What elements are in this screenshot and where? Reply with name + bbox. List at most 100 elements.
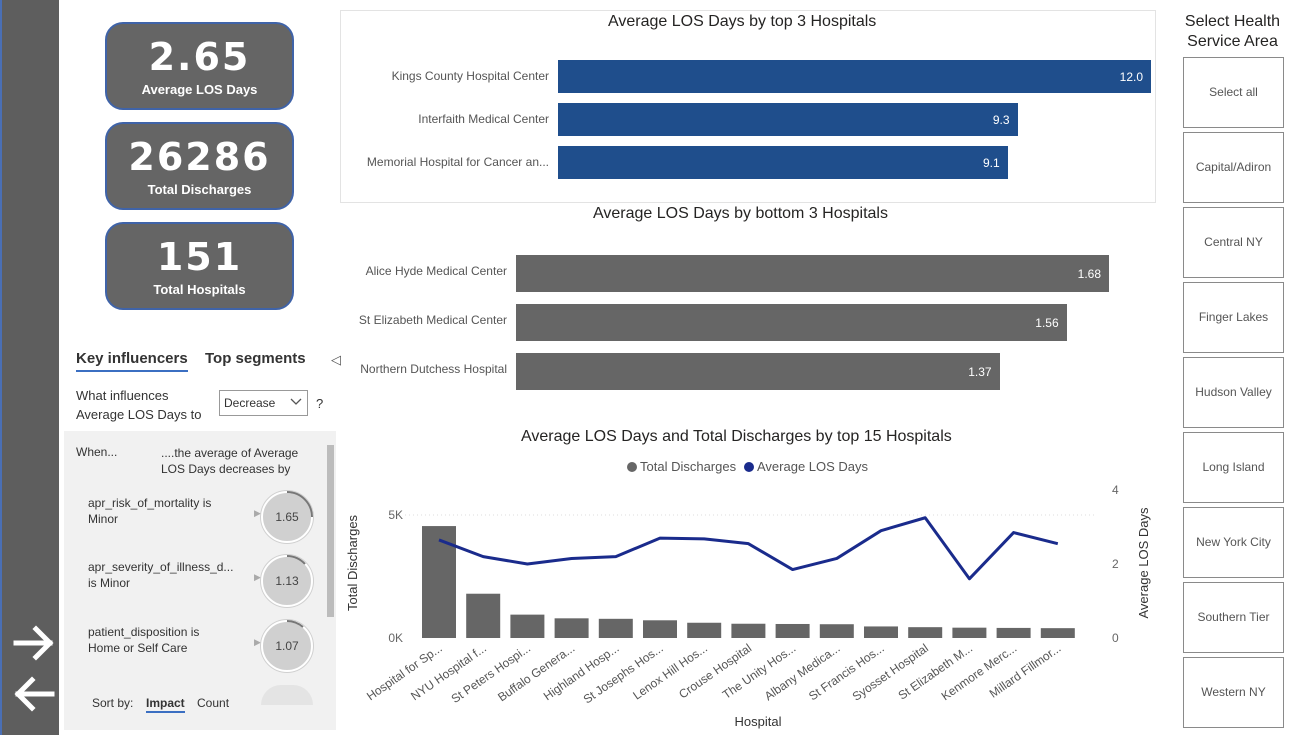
sort-impact-button[interactable]: Impact [146,696,185,713]
legend-dot-icon [627,462,637,472]
ring-arc [286,620,304,628]
x-tick-label: Lenox Hill Hos... [630,641,710,703]
discharges-bar [687,622,722,638]
x-tick-label: Crouse Hospital [676,641,754,701]
discharges-bar [819,624,854,638]
bottom3-data-label: 1.68 [1077,266,1101,281]
slicer-item[interactable]: Long Island [1183,432,1284,503]
influencer-text: apr_severity_of_illness_d... is Minor [88,560,234,590]
ki-results-panel: When... ....the average of Average LOS D… [64,431,336,730]
kpi-value: 2.65 [148,35,251,79]
y-right-axis-title: Average LOS Days [1136,507,1151,619]
influencer-bubble-partial [261,685,313,705]
legend-item-total-discharges[interactable]: Total Discharges [627,459,736,474]
help-icon[interactable]: ? [316,396,323,411]
ki-question: What influences Average LOS Days to [76,386,202,424]
discharges-bar [466,593,501,638]
discharges-bar [510,614,545,638]
discharges-bar [598,618,633,638]
x-tick-label: Millard Fillmor... [987,641,1064,701]
influencer-row[interactable]: apr_risk_of_mortality is Minor ▶ 1.65 [64,491,326,551]
kpi-card-total-discharges: 26286 Total Discharges [105,122,294,210]
kpi-card-total-hospitals: 151 Total Hospitals [105,222,294,310]
kpi-card-avg-los: 2.65 Average LOS Days [105,22,294,110]
sort-count-button[interactable]: Count [197,696,229,710]
legend-label: Average LOS Days [757,459,869,474]
top3-bar[interactable]: 9.3 [558,103,1018,136]
discharges-bar [422,526,456,638]
slicer-title: Select Health Service Area [1184,13,1281,50]
kpi-value: 26286 [128,135,271,179]
ring-arc [286,491,313,518]
arrow-right-icon[interactable] [12,621,56,665]
discharges-bar [908,627,943,638]
slicer-item[interactable]: Western NY [1183,657,1284,728]
top3-chart-title: Average LOS Days by top 3 Hospitals [608,13,877,30]
kpi-label: Total Discharges [147,182,252,197]
slicer-item[interactable]: Capital/Adiron [1183,132,1284,203]
kpi-label: Total Hospitals [153,282,246,297]
top3-data-label: 9.3 [992,112,1010,127]
slicer-item[interactable]: New York City [1183,507,1284,578]
bottom3-bar[interactable]: 1.56 [516,304,1067,341]
legend-item-avg-los[interactable]: Average LOS Days [744,459,868,474]
influencer-text: apr_risk_of_mortality is Minor [88,496,212,526]
y-left-tick-label: 0K [388,631,403,645]
slicer-item[interactable]: Finger Lakes [1183,282,1284,353]
discharges-bar [952,627,987,638]
bottom3-bar-label: Northern Dutchess Hospital [360,362,507,376]
dropdown-value: Decrease [224,396,276,410]
top3-data-label: 9.1 [983,155,1000,170]
x-tick-label: Highland Hosp... [541,641,622,703]
bottom3-bar[interactable]: 1.37 [516,353,1000,390]
discharges-bar [731,623,766,638]
kpi-value: 151 [156,235,243,279]
bottom3-data-label: 1.37 [968,364,992,379]
left-nav-rail [0,0,59,735]
slicer-item[interactable]: Southern Tier [1183,582,1284,653]
scrollbar[interactable] [327,445,334,617]
collapse-icon[interactable]: ◁ [331,352,341,368]
top3-bar-label: Interfaith Medical Center [418,112,549,126]
bottom3-bar[interactable]: 1.68 [516,255,1109,292]
increase-decrease-dropdown[interactable]: Decrease [219,390,308,416]
bottom3-bar-label: Alice Hyde Medical Center [365,264,507,278]
x-tick-label: Buffalo Genera... [495,641,577,704]
arrow-left-icon[interactable] [12,672,56,716]
legend-dot-icon [744,462,754,472]
top3-bar[interactable]: 9.1 [558,146,1008,179]
x-axis-title: Hospital [735,714,782,729]
slicer-item[interactable]: Central NY [1183,207,1284,278]
legend-label: Total Discharges [640,459,737,474]
discharges-bar [775,623,810,638]
chevron-down-icon [290,398,302,405]
x-tick-label: St Francis Hos... [806,641,887,703]
x-tick-label: St Peters Hospi... [449,641,534,706]
x-tick-label: Syosset Hospital [850,641,931,704]
kpi-label: Average LOS Days [141,82,258,97]
ki-col-when: When... [76,445,118,459]
influencer-row[interactable]: apr_severity_of_illness_d... is Minor ▶ … [64,555,326,615]
x-tick-label: Hospital for Sp... [364,641,445,703]
top3-bar[interactable]: 12.0 [558,60,1151,93]
y-left-tick-label: 5K [388,508,403,522]
tab-key-influencers[interactable]: Key influencers [76,350,188,372]
tab-top-segments[interactable]: Top segments [205,350,306,367]
bottom3-bar-label: St Elizabeth Medical Center [358,313,507,327]
influencer-bubble: 1.65 [261,491,313,543]
combo-chart-title: Average LOS Days and Total Discharges by… [521,428,952,445]
top3-bar-label: Memorial Hospital for Cancer an... [366,155,549,169]
top3-data-label: 12.0 [1119,69,1143,84]
x-tick-label: NYU Hospital f... [408,641,489,703]
slicer-item[interactable]: Hudson Valley [1183,357,1284,428]
ki-question-line1: What influences [76,388,169,403]
influencer-bubble: 1.13 [261,555,313,607]
discharges-bar [864,626,898,638]
influencer-row[interactable]: patient_disposition is Home or Self Care… [64,620,326,680]
slicer-item[interactable]: Select all [1183,57,1284,128]
discharges-bar [643,620,677,638]
y-left-axis-title: Total Discharges [345,514,360,611]
discharges-bar [1040,628,1075,638]
x-tick-label: St Elizabeth M... [896,641,976,703]
ki-col-effect: ....the average of Average LOS Days decr… [161,446,299,476]
